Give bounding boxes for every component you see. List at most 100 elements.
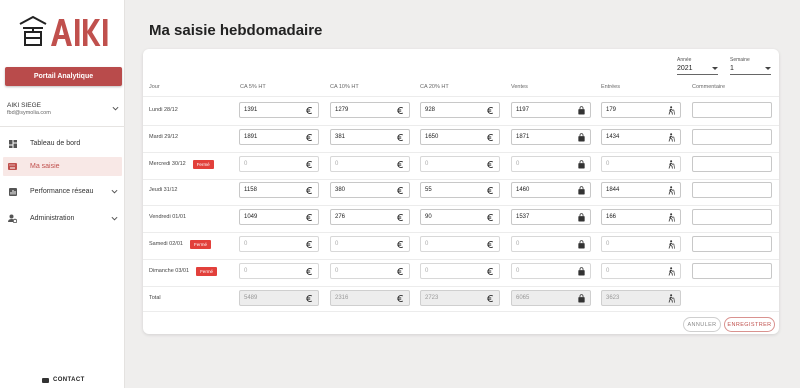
mail-icon <box>42 377 49 383</box>
euro-icon <box>306 160 313 169</box>
comment-input[interactable] <box>692 102 772 118</box>
ca5-input[interactable]: 1891 <box>239 129 319 145</box>
ca5-input[interactable]: 0 <box>239 156 319 172</box>
row-divider <box>143 205 779 206</box>
aiki-logo[interactable] <box>17 15 109 49</box>
ventes-input[interactable]: 0 <box>511 156 591 172</box>
ca10-input[interactable]: 1279 <box>330 102 410 118</box>
comment-input[interactable] <box>692 129 772 145</box>
entrees-input[interactable]: 1844 <box>601 182 681 198</box>
ca5-input[interactable]: 0 <box>239 263 319 279</box>
euro-icon <box>487 106 494 115</box>
euro-icon <box>306 213 313 222</box>
ventes-value: 1460 <box>516 187 530 193</box>
ventes-input[interactable]: 1537 <box>511 209 591 225</box>
ventes-input[interactable]: 1871 <box>511 129 591 145</box>
entrees-value: 0 <box>606 268 610 274</box>
day-name: Mercredi 30/12 <box>149 161 186 167</box>
ca5-value: 0 <box>244 241 248 247</box>
comment-input[interactable] <box>692 182 772 198</box>
ventes-value: 0 <box>516 161 520 167</box>
row-divider <box>143 311 779 312</box>
shopping-bag-icon <box>578 240 585 249</box>
shopping-bag-icon <box>578 294 585 303</box>
ventes-value: 1871 <box>516 134 530 140</box>
ca10-value: 1279 <box>335 107 349 113</box>
walking-person-icon <box>668 186 675 195</box>
entrees-input[interactable]: 0 <box>601 263 681 279</box>
sidebar-item-administration[interactable]: Administration <box>3 209 122 228</box>
ca20-input[interactable]: 1650 <box>420 129 500 145</box>
ca5-input[interactable]: 1158 <box>239 182 319 198</box>
column-header-entrees: Entrées <box>601 84 620 90</box>
ca10-value: 0 <box>335 161 339 167</box>
ventes-input[interactable]: 0 <box>511 263 591 279</box>
euro-icon <box>487 267 494 276</box>
comment-input[interactable] <box>692 236 772 252</box>
sidebar-item-label: Performance réseau <box>30 188 94 195</box>
euro-icon <box>397 186 404 195</box>
ca10-value: 0 <box>335 268 339 274</box>
chevron-down-icon <box>111 216 118 221</box>
contact-link[interactable]: CONTACT <box>42 377 85 383</box>
ca5-input[interactable]: 1391 <box>239 102 319 118</box>
week-select[interactable]: Semaine 1 <box>730 57 771 75</box>
euro-icon <box>306 133 313 142</box>
ventes-input[interactable]: 1460 <box>511 182 591 198</box>
entrees-input[interactable]: 0 <box>601 236 681 252</box>
comment-input[interactable] <box>692 209 772 225</box>
ca10-input[interactable]: 0 <box>330 156 410 172</box>
year-value: 2021 <box>677 65 693 72</box>
cancel-button[interactable]: ANNULER <box>683 317 721 332</box>
row-day-label: Mardi 29/12 <box>149 129 178 145</box>
ca10-input[interactable]: 276 <box>330 209 410 225</box>
ventes-input[interactable]: 0 <box>511 236 591 252</box>
year-select[interactable]: Année 2021 <box>677 57 718 75</box>
entrees-input[interactable]: 1434 <box>601 129 681 145</box>
comment-input[interactable] <box>692 263 772 279</box>
ca5-input[interactable]: 1049 <box>239 209 319 225</box>
ca20-input[interactable]: 90 <box>420 209 500 225</box>
euro-icon <box>487 294 494 303</box>
ca10-input[interactable]: 0 <box>330 263 410 279</box>
ca20-input[interactable]: 0 <box>420 263 500 279</box>
ca20-input[interactable]: 0 <box>420 156 500 172</box>
portail-analytique-button[interactable]: Portail Analytique <box>5 67 122 86</box>
shopping-bag-icon <box>578 133 585 142</box>
ca5-value: 1158 <box>244 187 257 193</box>
ca20-value: 55 <box>425 187 432 193</box>
column-header-ca5: CA 5% HT <box>240 84 266 90</box>
ventes-input[interactable]: 1197 <box>511 102 591 118</box>
ca5-input[interactable]: 0 <box>239 236 319 252</box>
total-ca5-value: 5489 <box>244 295 258 301</box>
ca10-input[interactable]: 380 <box>330 182 410 198</box>
user-account[interactable]: AIKI SIEGE fbd@symolia.com <box>7 102 119 116</box>
ca20-input[interactable]: 55 <box>420 182 500 198</box>
ca10-input[interactable]: 0 <box>330 236 410 252</box>
ca10-input[interactable]: 381 <box>330 129 410 145</box>
year-label: Année <box>677 57 692 63</box>
sidebar-item-performance-reseau[interactable]: Performance réseau <box>3 182 122 201</box>
ca20-value: 0 <box>425 161 429 167</box>
row-day-label: Mercredi 30/12 Fermé <box>149 156 214 172</box>
sidebar-item-tableau-de-bord[interactable]: Tableau de bord <box>3 134 122 153</box>
euro-icon <box>397 267 404 276</box>
euro-icon <box>487 213 494 222</box>
sidebar-item-label: Ma saisie <box>30 163 60 170</box>
shopping-bag-icon <box>578 213 585 222</box>
dashboard-icon <box>8 139 17 148</box>
entrees-input[interactable]: 179 <box>601 102 681 118</box>
save-button[interactable]: ENREGISTRER <box>724 317 775 332</box>
sidebar-item-ma-saisie[interactable]: Ma saisie <box>3 157 122 176</box>
ventes-value: 1537 <box>516 214 530 220</box>
entrees-input[interactable]: 166 <box>601 209 681 225</box>
comment-input[interactable] <box>692 156 772 172</box>
chevron-down-icon[interactable] <box>112 105 119 112</box>
user-name: AIKI SIEGE <box>7 102 41 109</box>
ca20-input[interactable]: 928 <box>420 102 500 118</box>
column-header-jour: Jour <box>149 84 160 90</box>
total-entrees-field: 3623 <box>601 290 681 306</box>
entrees-input[interactable]: 0 <box>601 156 681 172</box>
ca20-input[interactable]: 0 <box>420 236 500 252</box>
closed-badge: Fermé <box>196 266 218 276</box>
